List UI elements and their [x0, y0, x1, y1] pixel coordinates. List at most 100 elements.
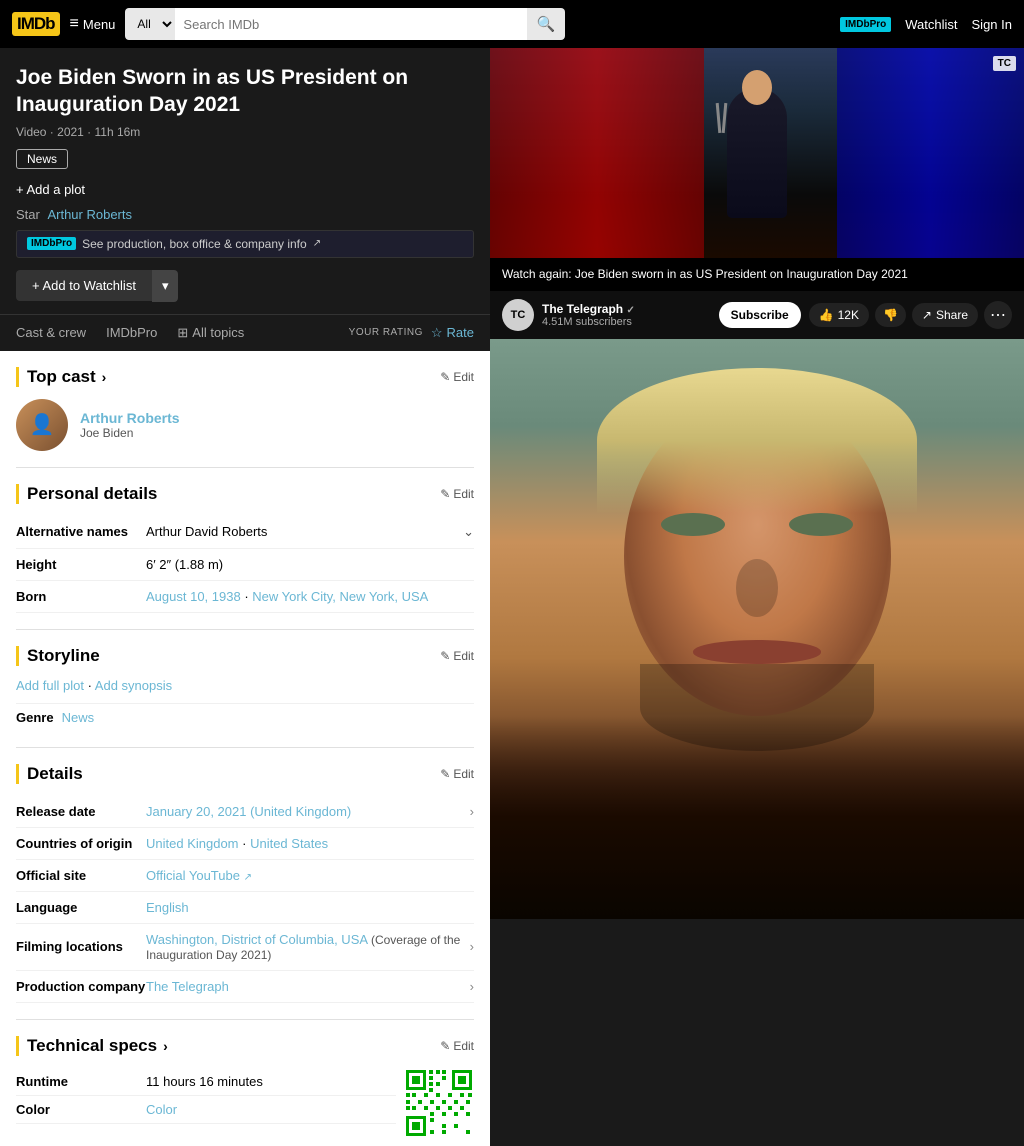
- details-header: Details ✎ Edit: [16, 764, 474, 784]
- subscribe-button[interactable]: Subscribe: [719, 302, 801, 328]
- genre-value-link[interactable]: News: [62, 710, 95, 725]
- tech-specs-edit[interactable]: ✎ Edit: [440, 1039, 474, 1053]
- release-date-arrow: ›: [470, 804, 474, 819]
- all-topics-nav[interactable]: ⊞ All topics: [177, 315, 244, 351]
- more-button[interactable]: ⋯: [984, 301, 1012, 329]
- grid-icon: ⊞: [177, 325, 188, 341]
- hero-meta: Video · 2021 · 11h 16m: [16, 125, 474, 139]
- edit-label-4: Edit: [453, 767, 474, 781]
- menu-button[interactable]: ≡ Menu: [70, 15, 116, 33]
- cast-crew-nav[interactable]: Cast & crew: [16, 315, 86, 351]
- personal-details-edit[interactable]: ✎ Edit: [440, 487, 474, 501]
- imdbpro-logo[interactable]: IMDbPro: [840, 17, 891, 32]
- add-synopsis-link[interactable]: Add synopsis: [95, 678, 172, 693]
- cast-name[interactable]: Arthur Roberts: [80, 410, 180, 426]
- dislike-button[interactable]: 👎: [875, 303, 906, 327]
- tech-specs-chevron[interactable]: ›: [163, 1038, 168, 1054]
- news-tag[interactable]: News: [16, 149, 68, 169]
- imdbpro-bar[interactable]: IMDbPro See production, box office & com…: [16, 230, 474, 258]
- language-row: Language English: [16, 892, 474, 924]
- details-title: Details: [27, 764, 83, 784]
- thumb-up-icon: 👍: [819, 308, 834, 322]
- pencil-icon-5: ✎: [440, 1039, 450, 1053]
- born-label: Born: [16, 589, 146, 604]
- imdbpro-nav[interactable]: IMDbPro: [106, 315, 157, 351]
- release-date-row[interactable]: Release date January 20, 2021 (United Ki…: [16, 796, 474, 828]
- signin-link[interactable]: Sign In: [972, 17, 1012, 32]
- search-bar: All 🔍: [125, 8, 565, 40]
- top-cast-chevron[interactable]: ›: [102, 369, 107, 385]
- production-value-link[interactable]: The Telegraph: [146, 979, 470, 994]
- share-icon: ↗: [922, 308, 932, 322]
- header-right: IMDbPro Watchlist Sign In: [840, 17, 1012, 32]
- top-cast-header: Top cast › ✎ Edit: [16, 367, 474, 387]
- star-link[interactable]: Arthur Roberts: [47, 207, 132, 222]
- share-button[interactable]: ↗ Share: [912, 303, 978, 327]
- details-edit[interactable]: ✎ Edit: [440, 767, 474, 781]
- filming-content: Washington, District of Columbia, USA (C…: [146, 932, 470, 962]
- like-button[interactable]: 👍 12K: [809, 303, 869, 327]
- external-link-icon: ↗: [313, 238, 321, 249]
- pencil-icon: ✎: [440, 370, 450, 384]
- watchlist-bar: + Add to Watchlist ▾: [16, 270, 474, 314]
- video-caption: Watch again: Joe Biden sworn in as US Pr…: [490, 258, 1024, 291]
- countries-row: Countries of origin United Kingdom · Uni…: [16, 828, 474, 860]
- country-us-link[interactable]: United States: [250, 836, 328, 851]
- like-count: 12K: [838, 308, 859, 322]
- production-row[interactable]: Production company The Telegraph ›: [16, 971, 474, 1003]
- star-row: Star Arthur Roberts: [16, 207, 474, 222]
- watchlist-caret-button[interactable]: ▾: [152, 270, 179, 302]
- add-to-watchlist-button[interactable]: + Add to Watchlist: [16, 270, 152, 301]
- height-row: Height 6′ 2″ (1.88 m): [16, 549, 474, 581]
- born-place-link[interactable]: New York City, New York, USA: [252, 589, 428, 604]
- hamburger-icon: ≡: [70, 15, 79, 33]
- language-label: Language: [16, 900, 146, 915]
- language-value[interactable]: English: [146, 900, 189, 915]
- hero-tags: News: [16, 149, 474, 169]
- divider-1: [16, 467, 474, 468]
- tech-specs-title-row: Technical specs ›: [27, 1036, 168, 1056]
- rate-button[interactable]: ☆ Rate: [431, 325, 474, 341]
- rate-label: Rate: [447, 325, 474, 340]
- genre-label: Genre: [16, 710, 54, 725]
- add-full-plot-link[interactable]: Add full plot: [16, 678, 84, 693]
- personal-details-header: Personal details ✎ Edit: [16, 484, 474, 504]
- search-button[interactable]: 🔍: [527, 8, 566, 40]
- pencil-icon-4: ✎: [440, 767, 450, 781]
- country-uk-link[interactable]: United Kingdom: [146, 836, 239, 851]
- storyline-edit[interactable]: ✎ Edit: [440, 649, 474, 663]
- watchlist-header-link[interactable]: Watchlist: [905, 17, 957, 32]
- search-category-select[interactable]: All: [125, 8, 175, 40]
- filming-value-link[interactable]: Washington, District of Columbia, USA: [146, 932, 367, 947]
- channel-subs: 4.51M subscribers: [542, 316, 711, 328]
- divider-4: [16, 1019, 474, 1020]
- star-rate-icon: ☆: [431, 325, 443, 341]
- born-value: August 10, 1938 · New York City, New Yor…: [146, 589, 428, 604]
- share-label: Share: [936, 308, 968, 322]
- alt-names-row: Alternative names Arthur David Roberts ⌄: [16, 516, 474, 549]
- video-actions: 👍 12K 👎 ↗ Share ⋯: [809, 301, 1012, 329]
- tech-specs-header: Technical specs › ✎ Edit: [16, 1036, 474, 1056]
- star-label: Star: [16, 207, 40, 222]
- channel-icon: TC: [502, 299, 534, 331]
- avatar-placeholder: 👤: [30, 412, 55, 437]
- born-date-link[interactable]: August 10, 1938: [146, 589, 241, 604]
- filming-row[interactable]: Filming locations Washington, District o…: [16, 924, 474, 971]
- search-input[interactable]: [175, 8, 526, 40]
- country-separator: ·: [242, 836, 250, 851]
- color-value-link[interactable]: Color: [146, 1102, 177, 1117]
- filming-arrow: ›: [470, 939, 474, 954]
- alt-names-chevron[interactable]: ⌄: [463, 524, 474, 540]
- imdb-logo[interactable]: IMDb: [12, 12, 60, 36]
- left-column: Joe Biden Sworn in as US President on In…: [0, 48, 490, 1146]
- top-cast-edit[interactable]: ✎ Edit: [440, 370, 474, 384]
- video-thumbnail[interactable]: TC: [490, 48, 1024, 258]
- right-column: TC Watch again: Joe Biden sworn in as US…: [490, 48, 1024, 1146]
- video-channel-bar: TC The Telegraph ✓ 4.51M subscribers Sub…: [490, 291, 1024, 339]
- countries-label: Countries of origin: [16, 836, 146, 851]
- born-row: Born August 10, 1938 · New York City, Ne…: [16, 581, 474, 613]
- official-site-link[interactable]: Official YouTube ↗: [146, 868, 252, 883]
- add-plot-button[interactable]: + Add a plot: [16, 182, 85, 197]
- official-site-label: Official site: [16, 868, 146, 883]
- release-date-value[interactable]: January 20, 2021 (United Kingdom): [146, 804, 470, 819]
